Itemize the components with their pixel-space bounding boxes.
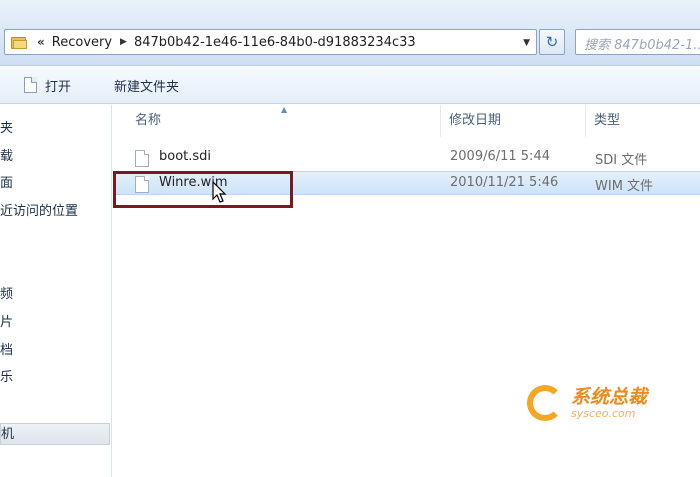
file-modified: 2009/6/11 5:44 [450,149,550,164]
file-row[interactable]: boot.sdi 2009/6/11 5:44 SDI 文件 [113,146,700,170]
highlight-annotation-box [113,171,293,208]
sidebar-item-label: 片 [0,315,14,330]
sidebar-item-label: 机 [1,427,15,442]
sidebar-item-label: 夹 [0,121,14,136]
refresh-button[interactable]: ↻ [539,29,565,55]
new-folder-button-label: 新建文件夹 [114,79,180,95]
breadcrumb-current-folder[interactable]: 847b0b42-1e46-11e6-84b0-d91883234c33 [134,35,416,50]
new-folder-button[interactable]: 新建文件夹 [114,74,179,96]
sidebar-item-label: 频 [0,287,14,302]
sidebar-item-label: 载 [0,149,14,164]
sidebar-item-videos[interactable]: 频 [0,284,112,306]
file-modified: 2010/11/21 5:46 [450,175,559,190]
e-logo-icon [527,385,563,421]
command-bar: 打开 新建文件夹 [0,66,700,104]
refresh-icon: ↻ [545,33,559,51]
sidebar-item-documents[interactable]: 档 [0,340,112,362]
sidebar-item-pictures[interactable]: 片 [0,312,112,334]
open-button[interactable]: 打开 [24,74,71,96]
sidebar-item-music[interactable]: 乐 [0,367,112,389]
mouse-cursor-icon [212,181,227,203]
search-input[interactable]: 搜索 847b0b42-1... [575,29,700,55]
breadcrumb-recovery[interactable]: Recovery [52,35,112,50]
address-bar-area: « Recovery ▶ 847b0b42-1e46-11e6-84b0-d91… [0,0,700,66]
sidebar-item[interactable]: 载 [0,146,112,168]
file-type: WIM 文件 [595,179,654,194]
file-icon [135,150,149,167]
document-icon [24,77,37,93]
sidebar-item-label: 档 [0,343,14,358]
file-name: boot.sdi [159,149,212,164]
address-bar[interactable]: « Recovery ▶ 847b0b42-1e46-11e6-84b0-d91… [4,29,537,55]
watermark-logo: 系统总裁 sysceo.com [527,385,647,421]
open-button-label: 打开 [45,79,72,95]
file-list: ▲ 名称 修改日期 类型 boot.sdi 2009/6/11 5:44 SDI… [113,105,700,477]
sidebar-item-computer[interactable]: 机 [0,423,110,445]
folder-icon [11,36,27,49]
file-type: SDI 文件 [595,153,648,168]
column-header-name[interactable]: 名称 [127,105,441,137]
breadcrumb-overflow[interactable]: « [37,35,45,49]
column-header-type[interactable]: 类型 [586,105,700,137]
sidebar-item[interactable]: 面 [0,173,112,195]
chevron-down-icon[interactable]: ▼ [523,38,530,48]
watermark-subtitle: sysceo.com [571,406,636,420]
column-header-modified[interactable]: 修改日期 [441,105,586,137]
watermark-title: 系统总裁 [571,385,648,408]
sidebar-item[interactable]: 夹 [0,118,112,140]
sidebar-item-label: 近访问的位置 [0,204,79,219]
chevron-right-icon[interactable]: ▶ [120,37,127,47]
sidebar-item-label: 乐 [0,370,14,385]
sidebar-item-label: 面 [0,176,14,191]
sidebar-item-recent-places[interactable]: 近访问的位置 [0,201,112,223]
navigation-pane: 夹 载 面 近访问的位置 频 片 档 乐 机 [0,105,112,477]
